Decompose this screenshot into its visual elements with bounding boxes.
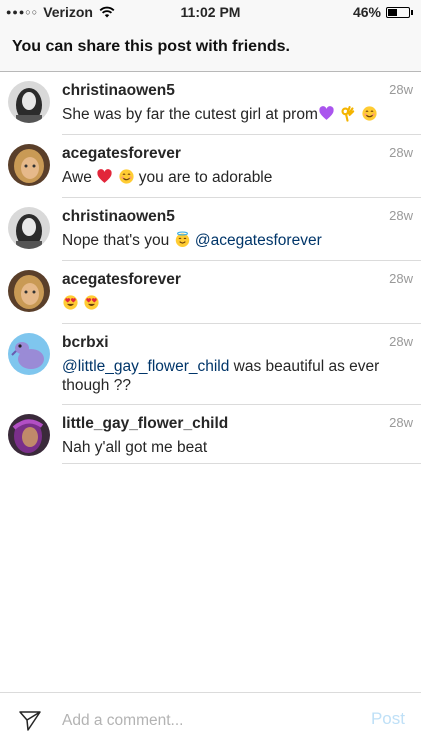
comment-text: She was by far the cutest girl at prom (62, 105, 392, 124)
comment-row[interactable]: acegatesforever 28w Awe you are to adorabl… (8, 135, 421, 198)
status-bar: ●●●○○ Verizon 11:02 PM 46% (0, 0, 421, 22)
avatar[interactable] (8, 414, 50, 456)
comment-text-segment: Awe (62, 169, 97, 186)
comment-timestamp: 28w (389, 334, 413, 349)
comment-row[interactable]: christinaowen5 28w Nope that's you @acegat… (8, 198, 421, 261)
smile-emoji-icon (361, 105, 378, 122)
smile-emoji-icon (118, 168, 135, 185)
avatar[interactable] (8, 333, 50, 375)
comment-username[interactable]: little_gay_flower_child (62, 415, 228, 433)
battery-tip (411, 9, 413, 15)
comment-composer: Post (0, 692, 421, 750)
comment-text: Nope that's you @acegatesforever (62, 231, 392, 250)
status-right: 46% (353, 4, 413, 20)
heart-eyes-emoji-icon (62, 294, 79, 311)
avatar[interactable] (8, 81, 50, 123)
red-heart-emoji-icon (96, 168, 113, 185)
direct-share-icon[interactable] (18, 709, 42, 733)
mention-link[interactable]: @acegatesforever (195, 232, 322, 249)
comment-text-segment: you are to adorable (134, 169, 273, 186)
comment-username[interactable]: christinaowen5 (62, 82, 175, 100)
comment-text: Awe you are to adorable (62, 168, 392, 187)
battery-icon (386, 6, 410, 18)
battery-percent: 46% (352, 4, 381, 20)
comment-timestamp: 28w (389, 271, 413, 286)
post-button[interactable]: Post (371, 709, 405, 729)
comment-row[interactable]: bcrbxi 28w @little_gay_flower_child was be… (8, 324, 421, 405)
comment-row[interactable]: little_gay_flower_child 28w Nah y'all got … (8, 405, 421, 464)
mention-link[interactable]: @little_gay_flower_child (62, 358, 229, 375)
comment-timestamp: 28w (389, 208, 413, 223)
halo-emoji-icon (174, 231, 191, 248)
avatar[interactable] (8, 144, 50, 186)
comment-username[interactable]: bcrbxi (62, 334, 109, 352)
comment-username[interactable]: acegatesforever (62, 145, 181, 163)
comment-row[interactable]: christinaowen5 28w She was by far the cute… (8, 72, 421, 135)
avatar[interactable] (8, 270, 50, 312)
comment-timestamp: 28w (389, 82, 413, 97)
comment-text-segment: Nah y'all got me beat (62, 439, 208, 456)
comment-username[interactable]: christinaowen5 (62, 208, 175, 226)
share-banner-text: You can share this post with friends. (12, 38, 290, 55)
comment-input[interactable] (62, 710, 342, 732)
purple-heart-emoji-icon (318, 105, 335, 122)
comment-text-segment: She was by far the cutest girl at prom (62, 106, 318, 123)
heart-eyes-emoji-icon (83, 294, 100, 311)
avatar[interactable] (8, 207, 50, 249)
comment-text-segment: Nope that's you (62, 232, 174, 249)
comment-text: Nah y'all got me beat (62, 438, 392, 457)
ok-hand-emoji-icon (339, 105, 356, 122)
comment-timestamp: 28w (389, 415, 413, 430)
comment-row[interactable]: acegatesforever 28w (8, 261, 421, 324)
share-banner: You can share this post with friends. (0, 22, 421, 72)
comment-timestamp: 28w (389, 145, 413, 160)
comment-username[interactable]: acegatesforever (62, 271, 181, 289)
comment-list: christinaowen5 28w She was by far the cute… (0, 72, 421, 464)
comment-text: @little_gay_flower_child was beautiful a… (62, 357, 392, 395)
comment-text (62, 294, 392, 313)
